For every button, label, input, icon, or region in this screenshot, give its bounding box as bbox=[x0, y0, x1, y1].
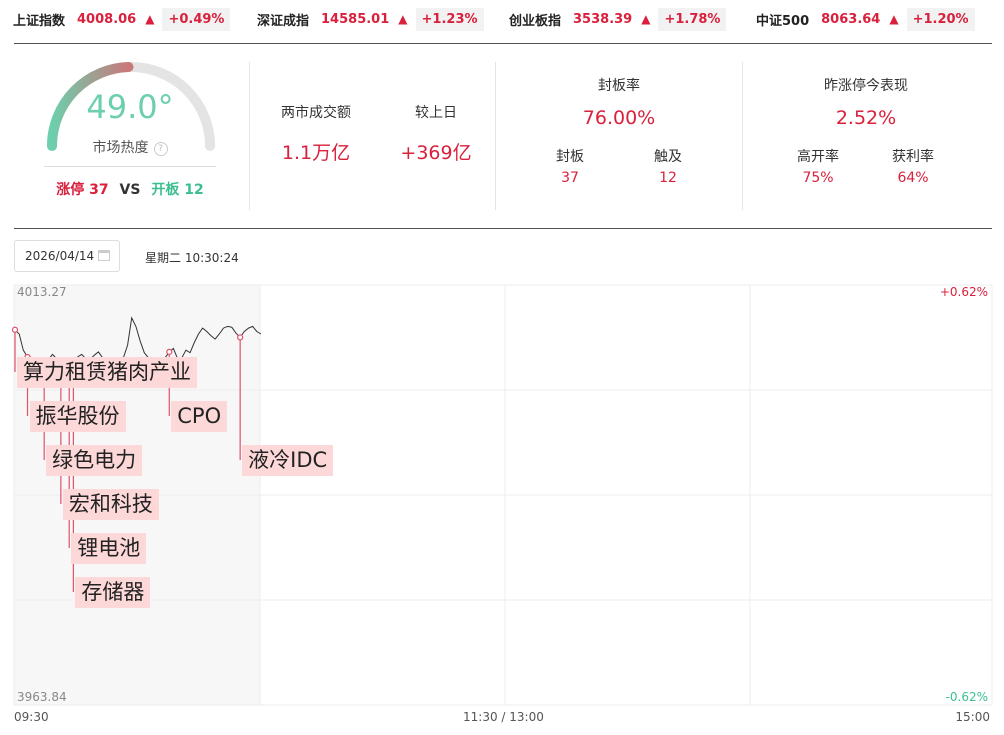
x-start-label: 09:30 bbox=[14, 710, 49, 724]
event-tag[interactable]: 存储器 bbox=[75, 577, 151, 608]
event-tag[interactable]: CPO bbox=[171, 401, 228, 432]
event-tag[interactable]: 锂电池 bbox=[71, 533, 147, 564]
x-mid-label: 11:30 / 13:00 bbox=[463, 710, 544, 724]
pct-bottom-label: -0.62% bbox=[945, 690, 988, 704]
event-tag[interactable]: 液冷IDC bbox=[242, 445, 334, 476]
y-bottom-label: 3963.84 bbox=[17, 690, 67, 704]
event-dot bbox=[237, 334, 244, 341]
x-end-label: 15:00 bbox=[955, 710, 990, 724]
event-tag[interactable]: 算力租赁猪肉产业 bbox=[17, 357, 197, 388]
y-top-label: 4013.27 bbox=[17, 285, 67, 299]
event-tag[interactable]: 绿色电力 bbox=[46, 445, 143, 476]
event-dot bbox=[11, 326, 19, 333]
event-dot bbox=[166, 348, 173, 355]
event-tag[interactable]: 宏和科技 bbox=[62, 489, 159, 520]
pct-top-label: +0.62% bbox=[939, 285, 988, 299]
event-tag[interactable]: 振华股份 bbox=[29, 401, 126, 432]
